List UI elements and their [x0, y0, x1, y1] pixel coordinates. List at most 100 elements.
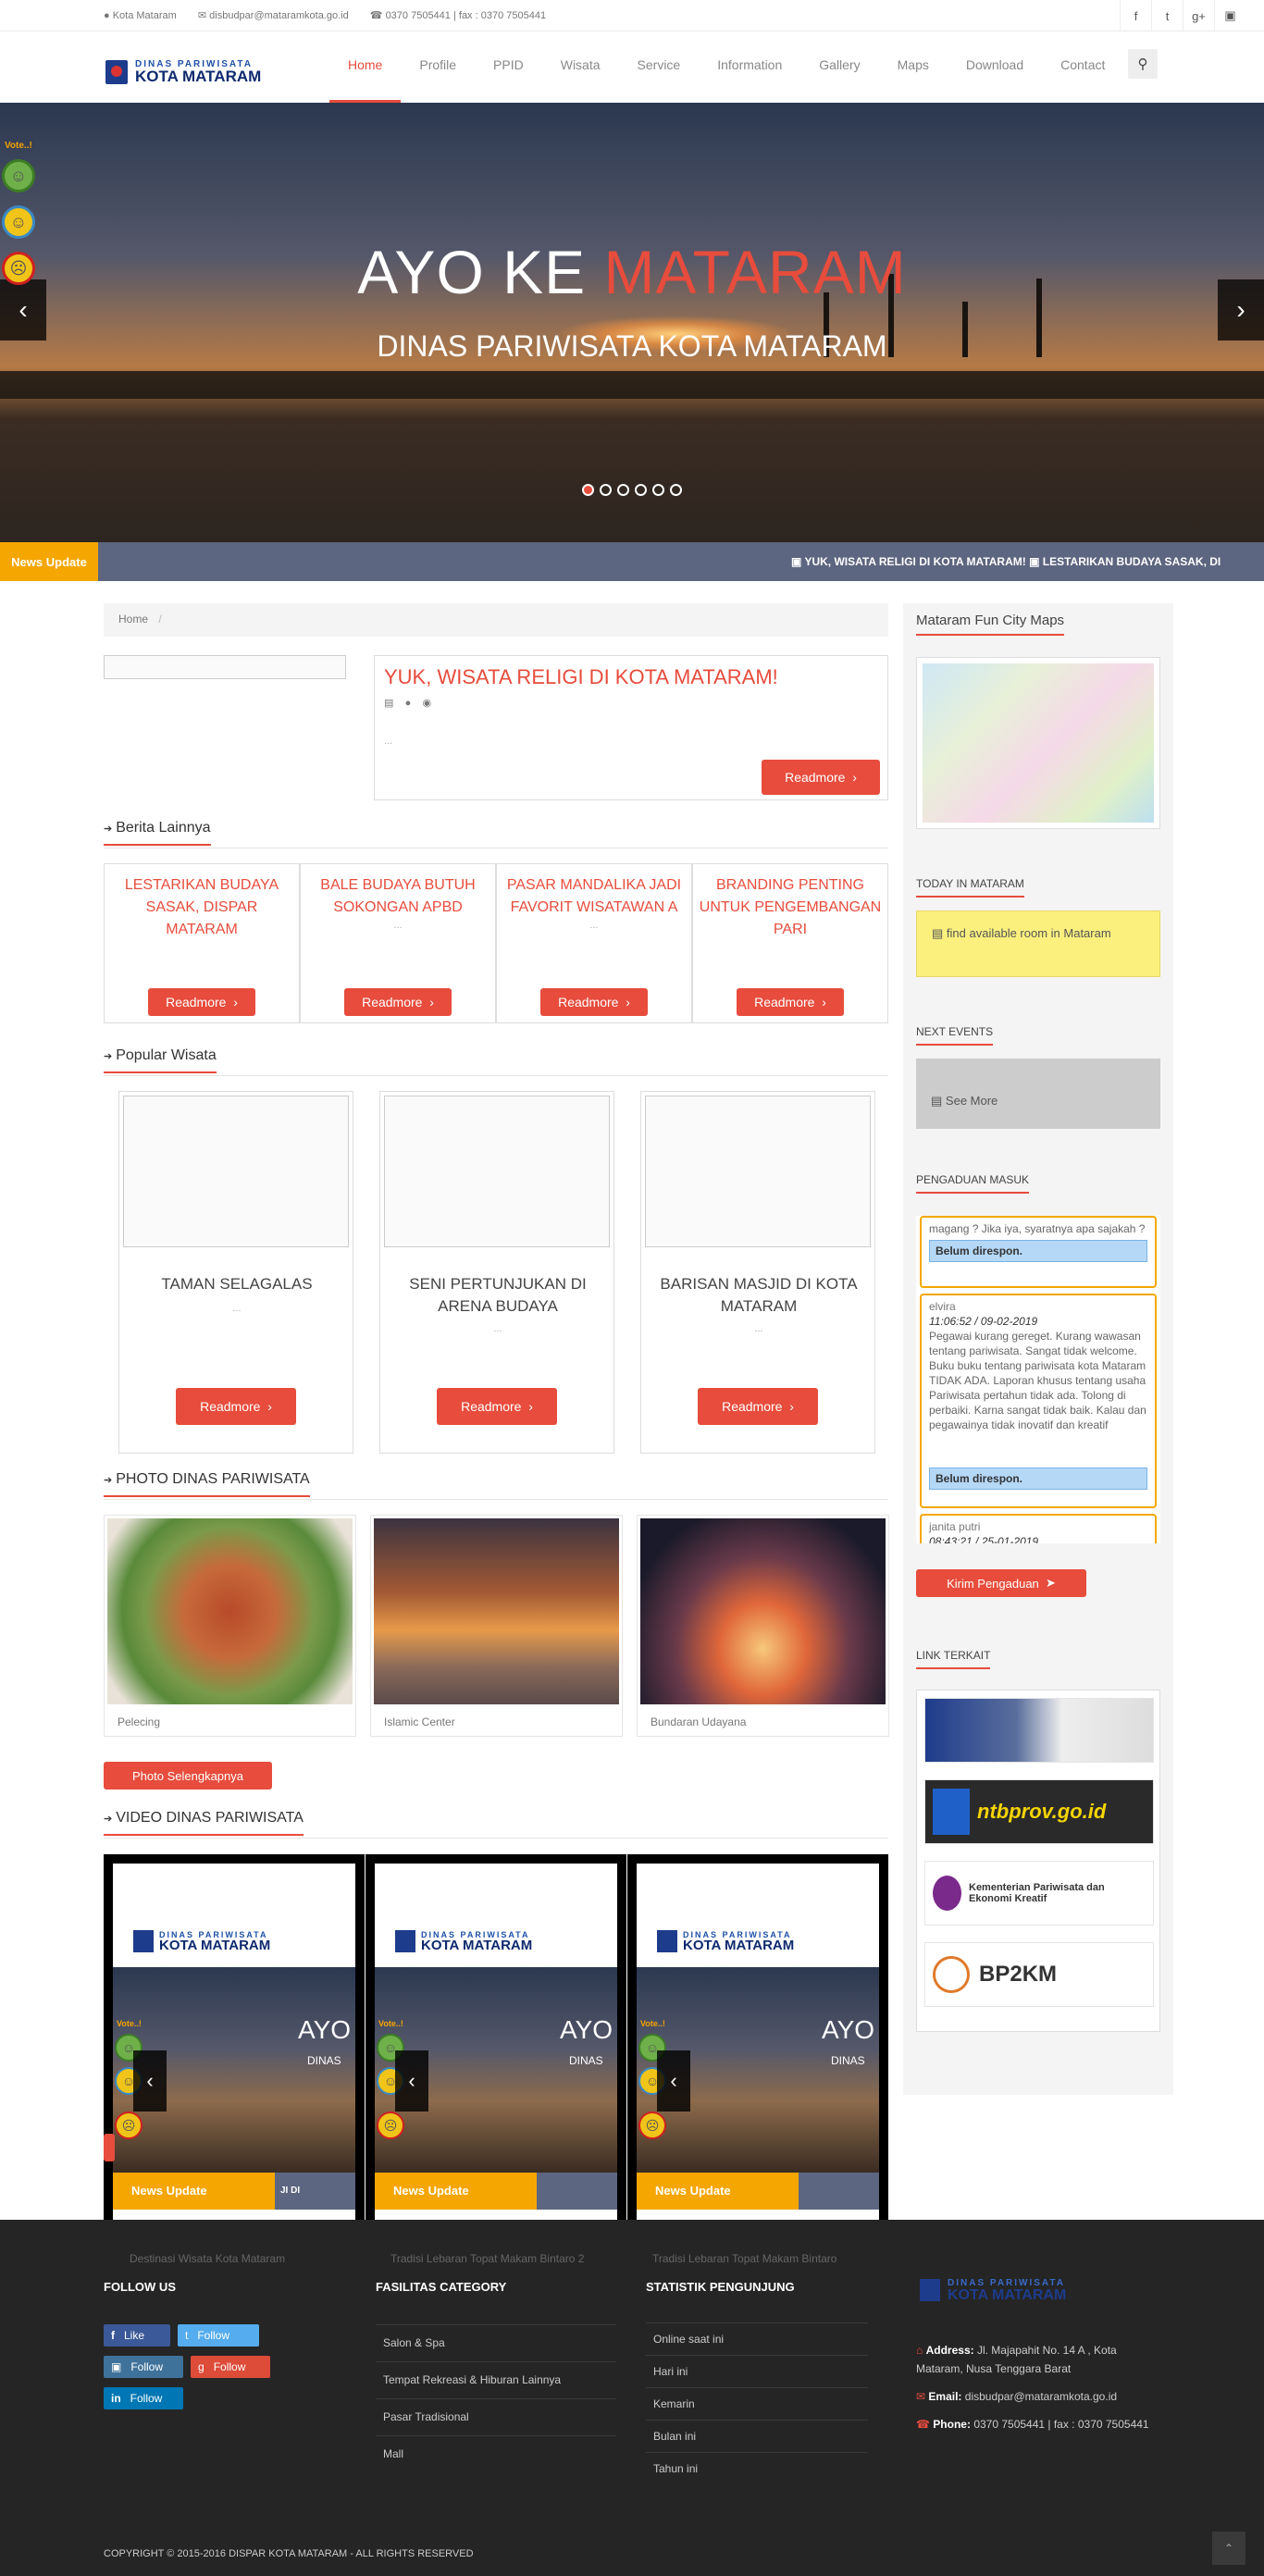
wisata-title[interactable]: TAMAN SELAGALAS	[119, 1273, 354, 1295]
menu-download[interactable]: Download	[948, 31, 1042, 103]
fasilitas-item[interactable]: Mall	[376, 2435, 616, 2472]
berita-readmore-button[interactable]: Readmore ›	[148, 988, 255, 1016]
linkedin-follow-button[interactable]: in Follow	[104, 2387, 183, 2409]
video-caption[interactable]: Tradisi Lebaran Topat Makam Bintaro 2	[390, 2252, 631, 2265]
bed-icon: ▤	[932, 926, 944, 940]
berita-title[interactable]: LESTARIKAN BUDAYA SASAK, DISPAR MATARAM	[105, 864, 299, 937]
instagram-icon[interactable]: ▣	[1214, 0, 1245, 31]
wisata-readmore-button[interactable]: Readmore ›	[698, 1388, 818, 1425]
berita-title[interactable]: BALE BUDAYA BUTUH SOKONGAN APBD	[301, 864, 495, 920]
slider-dot[interactable]	[670, 484, 682, 496]
slider-dot[interactable]	[582, 484, 594, 496]
wisata-title[interactable]: SENI PERTUNJUKAN DI ARENA BUDAYA	[380, 1273, 615, 1318]
menu-profile[interactable]: Profile	[401, 31, 475, 103]
video-card[interactable]: DINAS PARIWISATA KOTA MATARAM Vote..! ☺ ☺…	[627, 1854, 888, 2246]
wisata-readmore-button[interactable]: Readmore ›	[176, 1388, 296, 1425]
search-icon[interactable]: ⚲	[1128, 49, 1158, 79]
link-bp2km[interactable]: BP2KM	[924, 1942, 1154, 2007]
vote-label: Vote..!	[378, 2019, 403, 2028]
wisata-image[interactable]	[384, 1096, 610, 1247]
berita-title[interactable]: PASAR MANDALIKA JADI FAVORIT WISATAWAN A	[497, 864, 691, 920]
menu-contact[interactable]: Contact	[1042, 31, 1123, 103]
statistik-item: Bulan ini	[646, 2420, 868, 2452]
photo-image[interactable]	[107, 1518, 353, 1704]
berita-readmore-button[interactable]: Readmore ›	[737, 988, 844, 1016]
news-ticker-text[interactable]: ▣ YUK, WISATA RELIGI DI KOTA MATARAM! ▣ …	[791, 555, 1264, 568]
footer-email[interactable]: ✉ Email: disbudpar@mataramkota.go.id	[916, 2387, 1157, 2406]
video-card[interactable]: DINAS PARIWISATA KOTA MATARAM Vote..! ☺ ☺…	[366, 1854, 626, 2246]
berita-readmore-button[interactable]: Readmore ›	[540, 988, 648, 1016]
featured-readmore-button[interactable]: Readmore ›	[762, 760, 880, 795]
featured-title[interactable]: YUK, WISATA RELIGI DI KOTA MATARAM!	[384, 665, 778, 689]
sad-face-icon: ☹	[115, 2112, 143, 2139]
google-follow-button[interactable]: g Follow	[191, 2356, 270, 2378]
hero-subtitle: DINAS PARIWISATA KOTA MATARAM	[377, 329, 887, 363]
menu-gallery[interactable]: Gallery	[800, 31, 878, 103]
fasilitas-item[interactable]: Salon & Spa	[376, 2324, 616, 2361]
twitter-follow-button[interactable]: t Follow	[178, 2324, 259, 2347]
photo-image[interactable]	[640, 1518, 886, 1704]
menu-maps[interactable]: Maps	[879, 31, 948, 103]
slider-dot[interactable]	[600, 484, 612, 496]
divider	[104, 1838, 888, 1839]
slider-dot[interactable]	[635, 484, 647, 496]
berita-title[interactable]: BRANDING PENTING UNTUK PENGEMBANGAN PARI	[693, 864, 887, 937]
wisata-image[interactable]	[123, 1096, 349, 1247]
video-caption[interactable]: Destinasi Wisata Kota Mataram	[130, 2252, 370, 2265]
pengaduan-list[interactable]: magang ? Jika iya, syaratnya apa sajakah…	[916, 1216, 1160, 1543]
neutral-face-icon[interactable]: ☺	[2, 205, 35, 239]
wisata-image[interactable]	[645, 1096, 871, 1247]
menu-home[interactable]: Home	[329, 31, 402, 103]
kirim-pengaduan-button[interactable]: Kirim Pengaduan ➤	[916, 1569, 1086, 1597]
video-card[interactable]: DINAS PARIWISATA KOTA MATARAM Vote..! ☺ ☺…	[104, 1854, 365, 2246]
featured-image[interactable]	[104, 655, 346, 679]
facebook-like-button[interactable]: f Like	[104, 2324, 170, 2347]
footer-phone: ☎ Phone: 0370 7505441 | fax : 0370 75054…	[916, 2418, 1149, 2431]
video-more-button[interactable]	[104, 2134, 115, 2161]
happy-face-icon[interactable]: ☺	[2, 159, 35, 192]
video-caption[interactable]: Tradisi Lebaran Topat Makam Bintaro	[652, 2252, 893, 2265]
pengaduan-title: PENGADUAN MASUK	[916, 1173, 1030, 1194]
slider-next-icon[interactable]: ›	[1218, 279, 1264, 341]
photo-image[interactable]	[374, 1518, 619, 1704]
scroll-top-icon[interactable]: ⌃	[1212, 2532, 1245, 2565]
photo-heading: PHOTO DINAS PARIWISATA	[104, 1471, 310, 1497]
play-prev-icon: ‹	[133, 2050, 167, 2112]
link-pemkot[interactable]	[924, 1698, 1154, 1763]
photo-more-button[interactable]: Photo Selengkapnya	[104, 1762, 272, 1790]
events-box[interactable]: ▤ See More	[916, 1059, 1160, 1129]
main-menu: Home Profile PPID Wisata Service Informa…	[329, 31, 1123, 103]
menu-information[interactable]: Information	[699, 31, 800, 103]
statistik-title: STATISTIK PENGUNJUNG	[646, 2280, 795, 2294]
google-plus-icon[interactable]: g+	[1183, 0, 1214, 31]
video-thumbnail: DINAS PARIWISATA KOTA MATARAM Vote..! ☺ ☺…	[113, 1864, 355, 2246]
slider-dot[interactable]	[617, 484, 629, 496]
city-map[interactable]	[916, 657, 1160, 829]
video-ayo: AYO	[822, 2015, 875, 2044]
pengaduan-time: 11:06:52 / 09-02-2019	[929, 1315, 1038, 1328]
menu-ppid[interactable]: PPID	[475, 31, 542, 103]
link-ntbprov[interactable]: ntbprov.go.id	[924, 1779, 1154, 1844]
slider-prev-icon[interactable]: ‹	[0, 279, 46, 341]
fasilitas-item[interactable]: Pasar Tradisional	[376, 2398, 616, 2435]
instagram-follow-button[interactable]: ▣ Follow	[104, 2356, 183, 2378]
menu-service[interactable]: Service	[619, 31, 700, 103]
slider-dot[interactable]	[652, 484, 664, 496]
sad-face-icon[interactable]: ☹	[2, 252, 35, 285]
breadcrumb-home[interactable]: Home	[118, 613, 148, 625]
site-logo[interactable]: DINAS PARIWISATA KOTA MATARAM	[105, 59, 261, 84]
wisata-readmore-button[interactable]: Readmore ›	[437, 1388, 557, 1425]
email[interactable]: ✉ disbudpar@mataramkota.go.id	[198, 10, 358, 21]
slider-dots	[579, 484, 685, 496]
links-title: LINK TERKAIT	[916, 1649, 991, 1669]
vote-widget: Vote..! ☺ ☺ ☹	[0, 135, 39, 285]
wisata-title[interactable]: BARISAN MASJID DI KOTA MATARAM	[641, 1273, 876, 1318]
menu-wisata[interactable]: Wisata	[542, 31, 619, 103]
twitter-icon[interactable]: t	[1151, 0, 1183, 31]
link-kemenpar[interactable]: Kementerian Pariwisata dan Ekonomi Kreat…	[924, 1861, 1154, 1926]
facebook-icon[interactable]: f	[1120, 0, 1151, 31]
fasilitas-item[interactable]: Tempat Rekreasi & Hiburan Lainnya	[376, 2361, 616, 2398]
photo-caption: Pelecing	[118, 1715, 161, 1728]
today-box[interactable]: ▤ find available room in Mataram	[916, 910, 1160, 977]
berita-readmore-button[interactable]: Readmore ›	[344, 988, 452, 1016]
